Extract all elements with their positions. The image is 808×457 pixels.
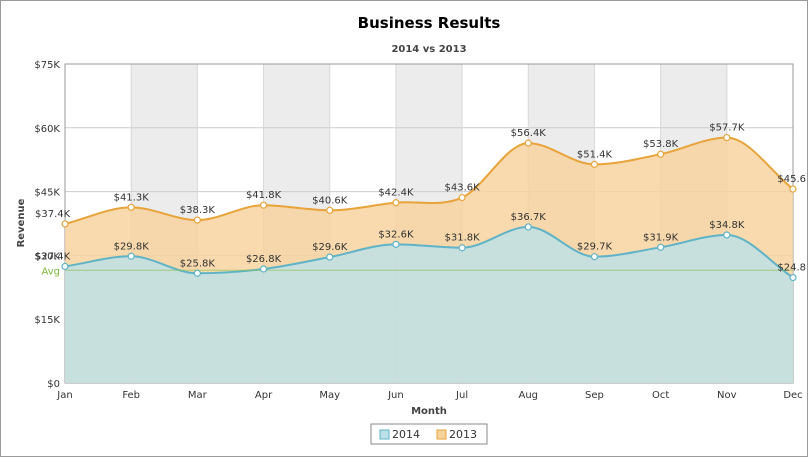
data-label-2014: $31.9K [643, 232, 679, 243]
data-label-2013: $37.4K [35, 209, 71, 220]
x-tick-label: May [319, 390, 340, 401]
data-label-2013: $57.7K [709, 123, 745, 134]
data-label-2014: $34.8K [709, 220, 745, 231]
data-label-2014: $29.8K [114, 241, 150, 252]
data-point-2014[interactable] [127, 252, 135, 260]
y-tick-label: $75K [34, 60, 60, 71]
x-tick-label: Feb [122, 390, 140, 401]
data-point-2014[interactable] [61, 262, 69, 271]
legend-swatch-2013 [436, 429, 447, 440]
x-axis-title: Month [411, 406, 447, 417]
data-point-2014[interactable] [259, 265, 268, 273]
data-point-2014[interactable] [789, 273, 797, 282]
data-point-2013[interactable] [326, 206, 334, 214]
data-point-2013[interactable] [259, 201, 268, 209]
legend-item-2013[interactable]: 2013 [436, 428, 477, 441]
chart-svg: Avg $37.4K $41.3K $38.3K $41.8K $40.6K $42.4K… [16, 14, 807, 445]
x-tick-label: Oct [652, 390, 669, 401]
data-label-2014: $29.6K [312, 242, 348, 253]
legend-label-2014: 2014 [392, 428, 420, 441]
data-label-2014: $32.6K [378, 229, 414, 240]
y-tick-label: $0 [47, 379, 60, 390]
legend-label-2013: 2013 [449, 428, 477, 441]
x-tick-label: Dec [783, 390, 802, 401]
data-label-2013: $40.6K [312, 195, 348, 206]
data-point-2013[interactable] [590, 160, 599, 168]
x-tick-label: Jan [56, 390, 72, 401]
data-point-2013[interactable] [657, 150, 665, 158]
y-tick-label: $30K [34, 251, 60, 262]
legend-swatch-2014 [379, 429, 390, 440]
x-tick-label: Apr [255, 390, 273, 401]
data-point-2013[interactable] [392, 199, 400, 207]
avg-trendline-label: Avg [41, 266, 60, 277]
data-point-2013[interactable] [61, 220, 69, 228]
legend-item-2014[interactable]: 2014 [379, 428, 420, 441]
data-point-2014[interactable] [326, 253, 334, 261]
data-label-2014: $24.8K [777, 263, 807, 274]
data-point-2014[interactable] [193, 269, 201, 277]
data-label-2014: $26.8K [246, 254, 282, 265]
x-tick-label: Mar [188, 390, 208, 401]
y-tick-label: $15K [34, 315, 60, 326]
y-tick-label: $45K [34, 188, 60, 199]
chart-title: Business Results [358, 14, 501, 32]
data-label-2014: $29.7K [577, 242, 613, 253]
data-label-2013: $53.8K [643, 139, 679, 150]
x-tick-label: Jul [455, 390, 468, 401]
data-label-2013: $41.8K [246, 190, 282, 201]
data-point-2014[interactable] [723, 231, 731, 239]
chart-subtitle: 2014 vs 2013 [391, 44, 466, 55]
data-label-2013: $38.3K [180, 205, 216, 216]
x-tick-label: Sep [585, 390, 604, 401]
data-label-2014: $31.8K [444, 233, 480, 244]
data-point-2013[interactable] [723, 133, 731, 142]
y-tick-label: $60K [34, 124, 60, 135]
x-tick-label: Jun [387, 390, 404, 401]
data-point-2014[interactable] [458, 244, 466, 252]
data-label-2013: $43.6K [444, 183, 480, 194]
data-label-2013: $45.6K [777, 174, 807, 185]
data-point-2014[interactable] [657, 243, 665, 251]
legend: 2014 2013 [370, 423, 488, 445]
data-point-2014[interactable] [590, 253, 599, 261]
data-point-2014[interactable] [524, 223, 532, 231]
data-point-2013[interactable] [458, 193, 466, 202]
x-tick-label: Aug [519, 390, 539, 401]
y-axis-title: Revenue [16, 198, 27, 247]
chart-frame: Avg $37.4K $41.3K $38.3K $41.8K $40.6K $42.4K… [0, 0, 808, 457]
data-label-2014: $25.8K [180, 258, 216, 269]
data-point-2013[interactable] [789, 185, 797, 193]
data-point-2013[interactable] [193, 216, 201, 224]
data-label-2013: $41.3K [114, 192, 150, 203]
data-point-2013[interactable] [127, 203, 135, 211]
data-point-2014[interactable] [392, 240, 400, 248]
data-label-2013: $56.4K [511, 128, 547, 139]
data-label-2014: $36.7K [511, 212, 547, 223]
data-label-2013: $42.4K [378, 188, 414, 199]
x-tick-label: Nov [717, 390, 737, 401]
data-point-2013[interactable] [524, 139, 532, 147]
data-label-2013: $51.4K [577, 149, 613, 160]
